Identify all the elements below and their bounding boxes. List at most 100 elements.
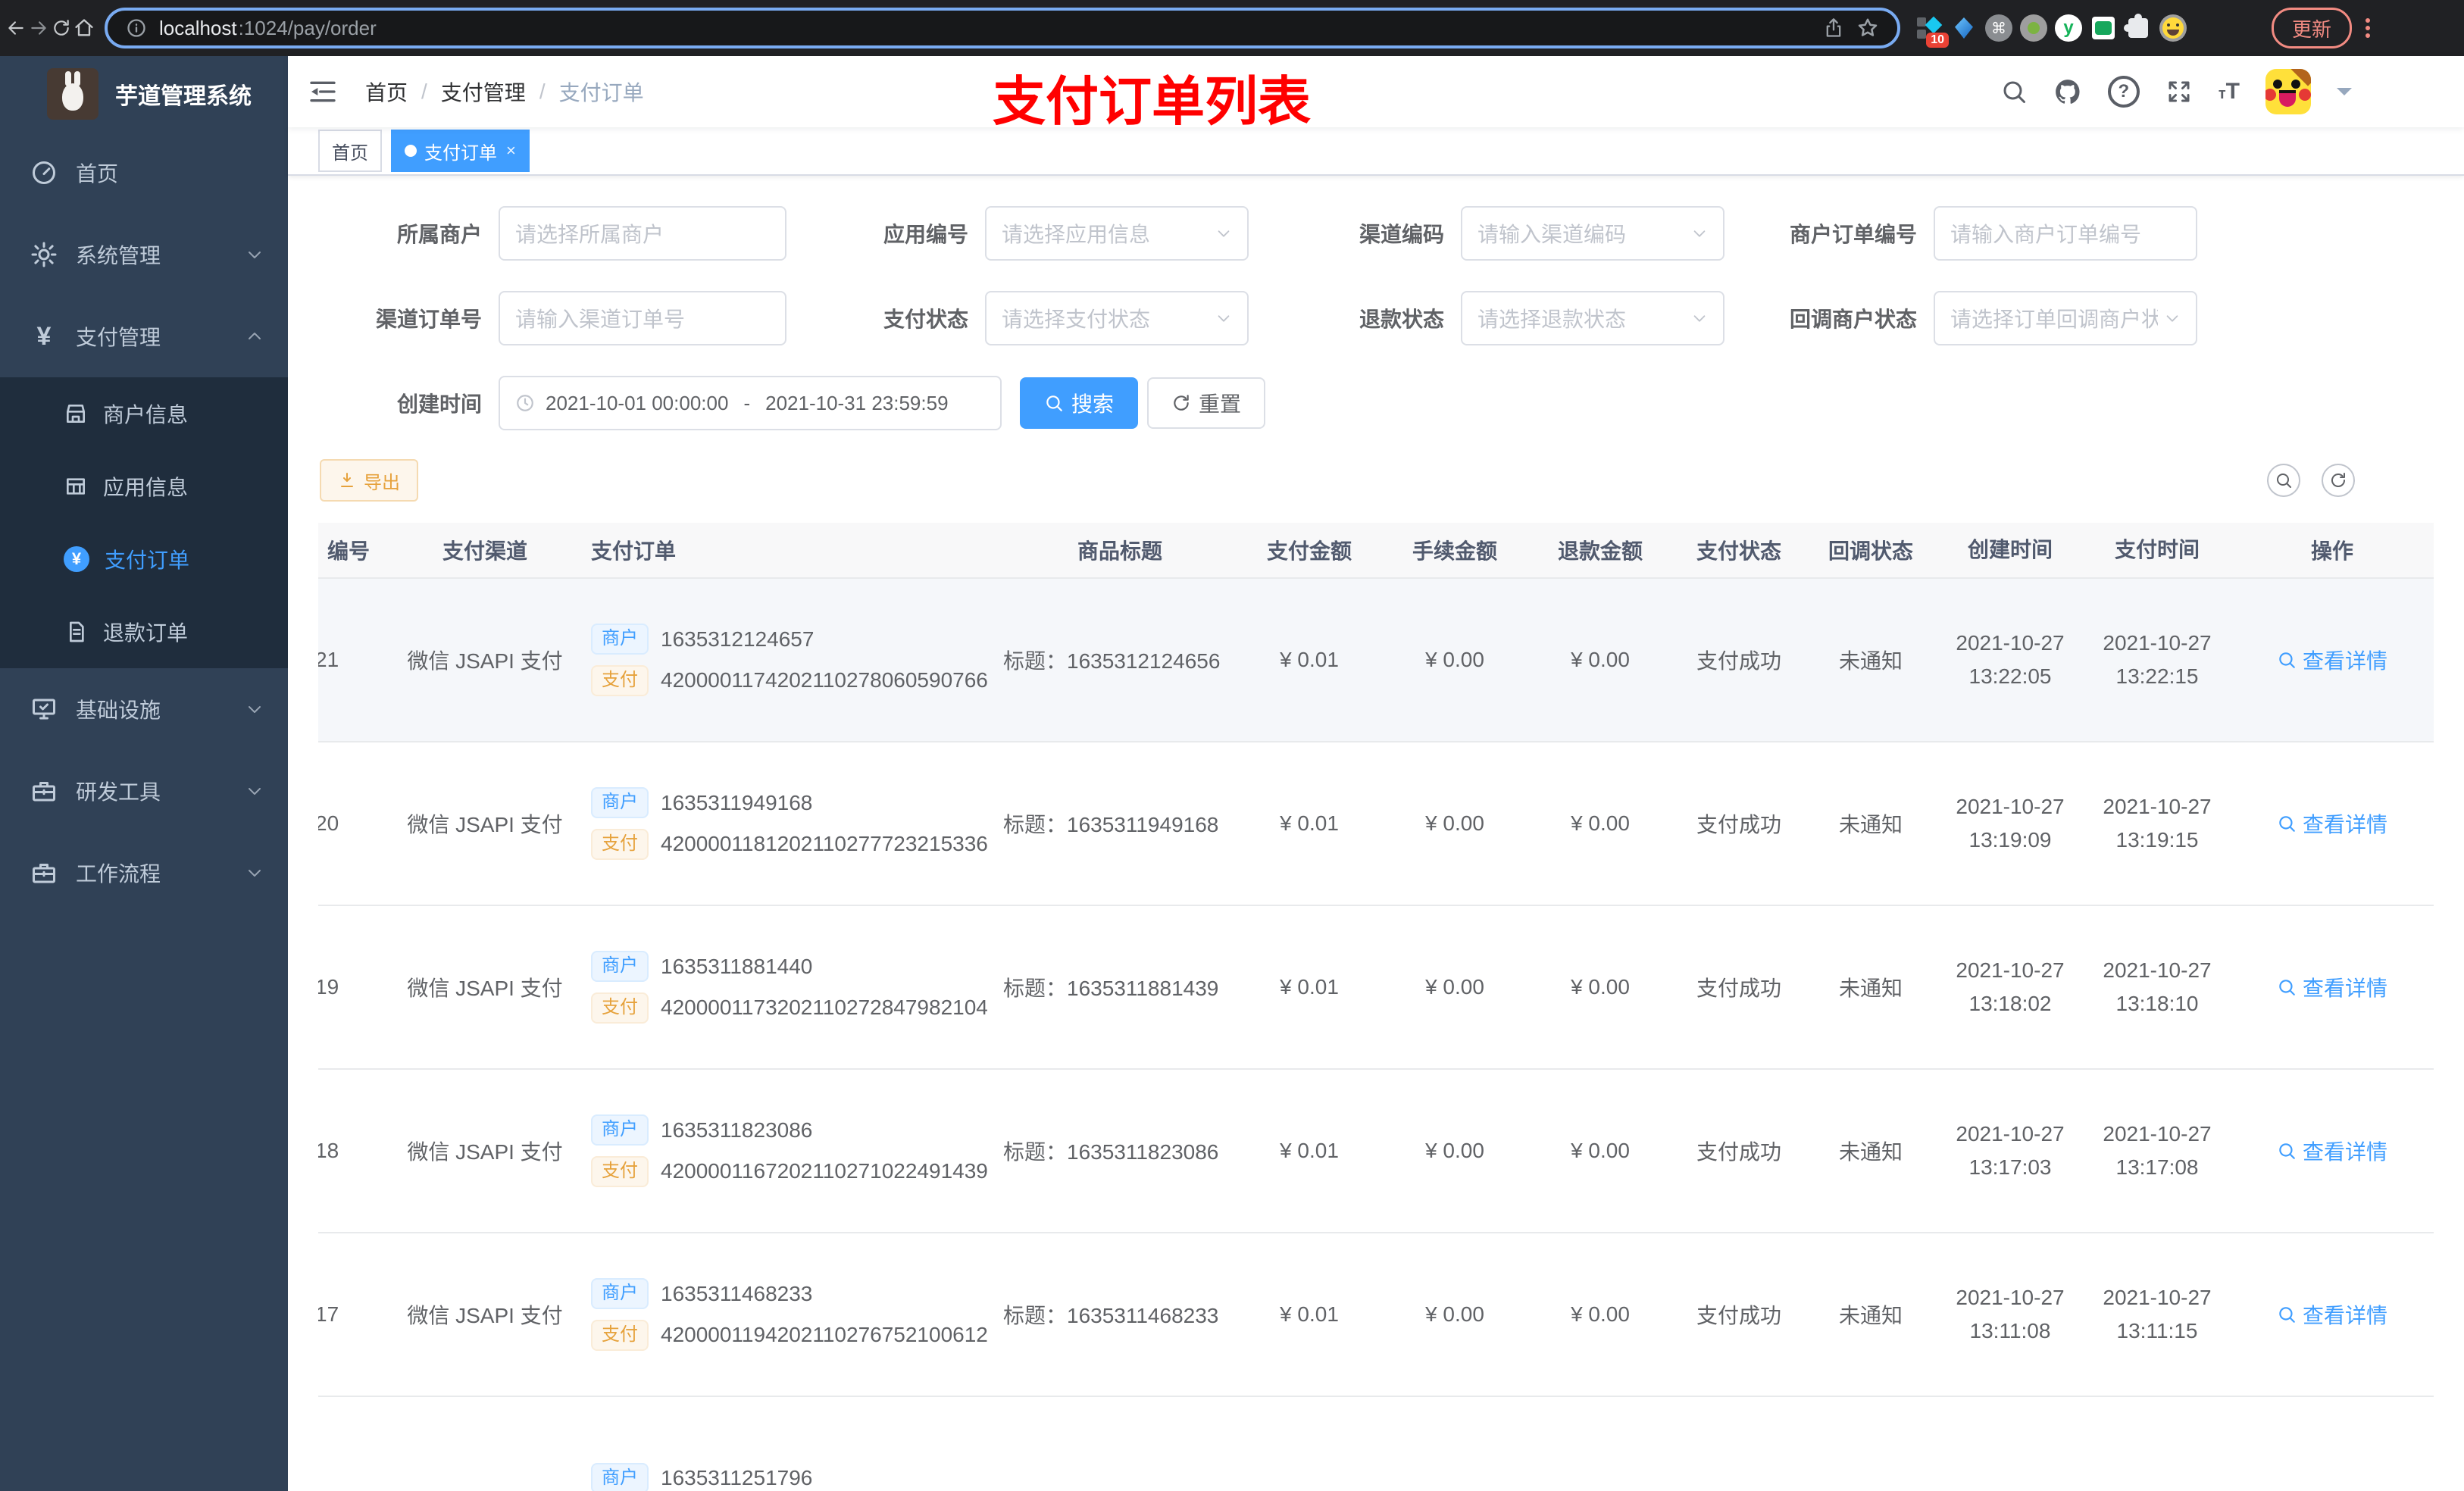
tab-home[interactable]: 首页 bbox=[318, 130, 382, 172]
search-button[interactable]: 搜索 bbox=[1020, 377, 1139, 429]
toolbox-icon bbox=[33, 782, 55, 802]
yen-icon: ¥ bbox=[36, 321, 52, 351]
pay-status-select[interactable]: 请选择支付状态 bbox=[985, 291, 1249, 345]
pay-channel: 微信 JSAPI 支付 bbox=[407, 649, 563, 673]
url-host: localhost bbox=[159, 16, 237, 39]
fullscreen-icon[interactable] bbox=[2165, 78, 2193, 105]
pay-status: 支付成功 bbox=[1696, 813, 1781, 836]
sidebar-item-pay-order[interactable]: ¥ 支付订单 bbox=[0, 523, 288, 595]
tab-pay-order[interactable]: 支付订单 × bbox=[391, 130, 530, 172]
sidebar-item-system[interactable]: 系统管理 bbox=[0, 214, 288, 295]
share-icon[interactable] bbox=[1823, 17, 1844, 39]
sidebar-item-workflow[interactable]: 工作流程 bbox=[0, 832, 288, 914]
pay-channel: 微信 JSAPI 支付 bbox=[407, 977, 563, 1000]
table-row: 18 微信 JSAPI 支付 商户 1635311823086 支付 42000… bbox=[318, 1070, 2434, 1233]
site-info-icon[interactable] bbox=[126, 17, 147, 39]
chevron-down-icon bbox=[1693, 230, 1706, 237]
pay-order-no: 4200001174202110278060590766 bbox=[661, 668, 988, 692]
sidebar-item-merchant-info[interactable]: 商户信息 bbox=[0, 377, 288, 450]
view-detail-link[interactable]: 查看详情 bbox=[2277, 645, 2387, 675]
search-icon bbox=[2277, 474, 2291, 488]
filter-app: 应用编号 请选择应用信息 bbox=[849, 206, 1249, 261]
pay-order-no: 4200001181202110277723215336 bbox=[661, 832, 988, 856]
refund-status-select[interactable]: 请选择退款状态 bbox=[1461, 291, 1724, 345]
table-search-toggle-button[interactable] bbox=[2267, 464, 2300, 497]
breadcrumb-payment[interactable]: 支付管理 bbox=[441, 77, 526, 107]
pay-status: 支付成功 bbox=[1696, 649, 1781, 673]
filter-refund-status: 退款状态 请选择退款状态 bbox=[1321, 291, 1724, 345]
font-size-icon[interactable]: тT bbox=[2219, 79, 2240, 105]
reset-button[interactable]: 重置 bbox=[1147, 377, 1266, 429]
table-row: 19 微信 JSAPI 支付 商户 1635311881440 支付 42000… bbox=[318, 906, 2434, 1070]
extension-chat-icon[interactable] bbox=[2090, 14, 2117, 42]
browser-forward-button[interactable] bbox=[27, 8, 50, 48]
url-bar[interactable]: localhost :1024/pay/order bbox=[105, 8, 1900, 48]
top-navbar: 首页 / 支付管理 / 支付订单 支付订单列表 ? тT bbox=[288, 56, 2464, 131]
extension-recorder-icon[interactable] bbox=[2020, 14, 2047, 42]
browser-back-button[interactable] bbox=[5, 8, 27, 48]
chevron-down-icon bbox=[249, 788, 261, 795]
github-icon[interactable] bbox=[2053, 77, 2082, 106]
merchant-input[interactable]: 请选择所属商户 bbox=[499, 206, 786, 261]
avatar[interactable] bbox=[2265, 69, 2311, 114]
date-range-input[interactable]: 2021-10-01 00:00:00 - 2021-10-31 23:59:5… bbox=[499, 376, 1002, 430]
pay-tag: 支付 bbox=[591, 1156, 649, 1187]
export-button[interactable]: 导出 bbox=[320, 459, 418, 502]
page-content: 所属商户 请选择所属商户 应用编号 请选择应用信息 渠道编码 请输入渠道编码 商… bbox=[288, 176, 2464, 1491]
page-annotation: 支付订单列表 bbox=[993, 72, 1311, 131]
table-refresh-button[interactable] bbox=[2322, 464, 2355, 497]
merchant-order-no: 1635311823086 bbox=[661, 1117, 813, 1142]
help-icon[interactable]: ? bbox=[2107, 76, 2140, 108]
extension-tasks-icon[interactable]: 10 bbox=[1915, 14, 1949, 48]
browser-reload-button[interactable] bbox=[50, 8, 73, 48]
chevron-down-icon bbox=[1693, 315, 1706, 322]
filter-notify-status: 回调商户状态 请选择订单回调商户状态 bbox=[1728, 291, 2197, 345]
sidebar-item-home[interactable]: 首页 bbox=[0, 132, 288, 214]
extension-kite-icon[interactable] bbox=[1950, 14, 1978, 42]
sidebar: 芋道管理系统 首页 系统管理 ¥ 支付管理 商户信息 应用信息 ¥ 支付订单 退… bbox=[0, 56, 288, 1491]
sidebar-item-infrastructure[interactable]: 基础设施 bbox=[0, 668, 288, 750]
channel-order-no-input[interactable]: 请输入渠道订单号 bbox=[499, 291, 786, 345]
browser-menu-icon[interactable] bbox=[2366, 18, 2371, 38]
merchant-order-no-input[interactable]: 请输入商户订单编号 bbox=[1934, 206, 2197, 261]
extension-y-icon[interactable]: y bbox=[2055, 14, 2082, 42]
pay-status: 支付成功 bbox=[1696, 977, 1781, 1000]
logo-avatar bbox=[47, 68, 98, 120]
fee-amount: ¥ 0.00 bbox=[1425, 1302, 1484, 1326]
extension-command-icon[interactable]: ⌘ bbox=[1985, 14, 2012, 42]
app-select[interactable]: 请选择应用信息 bbox=[985, 206, 1249, 261]
chevron-down-icon bbox=[1218, 315, 1230, 322]
avatar-caret-icon[interactable] bbox=[2337, 88, 2352, 103]
view-detail-link[interactable]: 查看详情 bbox=[2277, 808, 2387, 839]
search-icon[interactable] bbox=[2000, 78, 2028, 105]
sidebar-fold-icon[interactable] bbox=[308, 77, 338, 107]
merchant-tag: 商户 bbox=[591, 787, 649, 818]
bookmark-star-icon[interactable] bbox=[1856, 17, 1879, 39]
chevron-down-icon bbox=[249, 252, 261, 258]
fee-amount: ¥ 0.00 bbox=[1425, 1139, 1484, 1162]
view-detail-link[interactable]: 查看详情 bbox=[2277, 972, 2387, 1002]
browser-home-button[interactable] bbox=[73, 8, 95, 48]
sidebar-item-app-info[interactable]: 应用信息 bbox=[0, 450, 288, 523]
channel-code-select[interactable]: 请输入渠道编码 bbox=[1461, 206, 1724, 261]
refund-amount: ¥ 0.00 bbox=[1571, 1139, 1630, 1162]
chevron-down-icon bbox=[249, 706, 261, 713]
back-arrow-icon bbox=[8, 21, 23, 35]
sidebar-item-dev-tools[interactable]: 研发工具 bbox=[0, 750, 288, 832]
extension-emoji-icon[interactable] bbox=[2159, 14, 2187, 42]
sidebar-item-refund-order[interactable]: 退款订单 bbox=[0, 595, 288, 668]
extension-puzzle-icon[interactable] bbox=[2124, 14, 2152, 42]
view-detail-link[interactable]: 查看详情 bbox=[2277, 1136, 2387, 1166]
breadcrumb-home[interactable]: 首页 bbox=[365, 77, 408, 107]
pay-status: 支付成功 bbox=[1696, 1304, 1781, 1327]
browser-update-button[interactable]: 更新 bbox=[2272, 8, 2353, 48]
product-title: 标题：1635311949168 bbox=[1003, 813, 1219, 836]
notify-status: 未通知 bbox=[1838, 813, 1903, 836]
view-detail-link[interactable]: 查看详情 bbox=[2277, 1299, 2387, 1330]
order-table: 编号 支付渠道 支付订单 商品标题 支付金额 手续金额 退款金额 支付状态 回调… bbox=[318, 523, 2434, 1491]
close-tab-icon[interactable]: × bbox=[506, 141, 516, 161]
notify-status-select[interactable]: 请选择订单回调商户状态 bbox=[1934, 291, 2197, 345]
magnifier-icon bbox=[2279, 1307, 2295, 1323]
merchant-order-no: 1635311949168 bbox=[661, 790, 813, 814]
sidebar-item-payment[interactable]: ¥ 支付管理 bbox=[0, 295, 288, 377]
